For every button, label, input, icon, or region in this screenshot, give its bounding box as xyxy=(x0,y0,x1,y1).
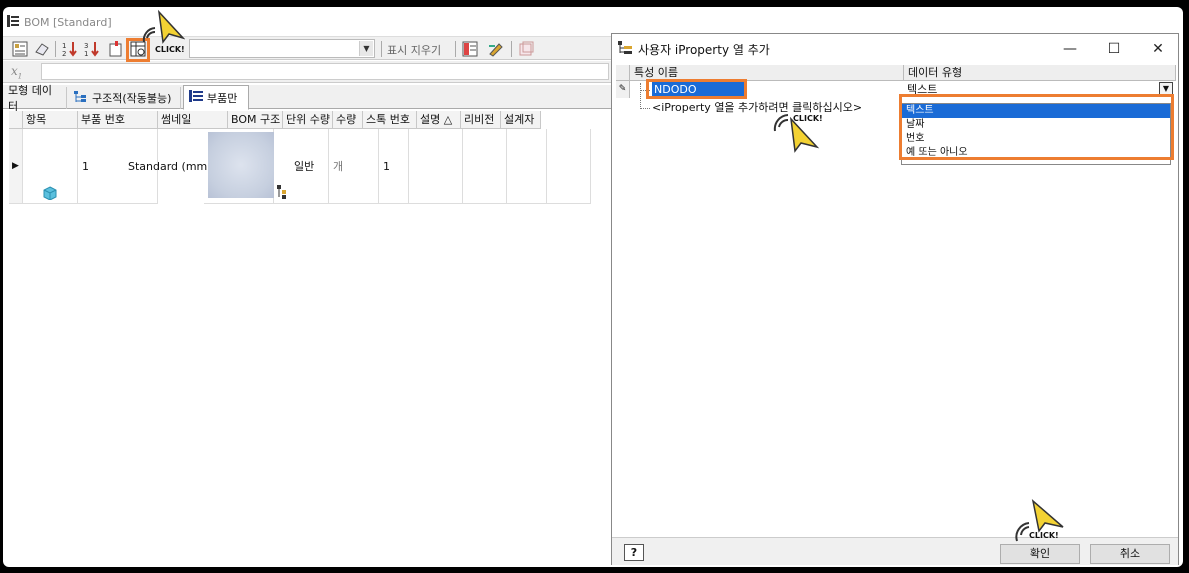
dialog-footer: ? 확인 취소 xyxy=(612,537,1178,565)
column-settings-icon[interactable] xyxy=(461,40,479,58)
bom-view-combo[interactable]: ▼ xyxy=(189,39,375,58)
ok-button[interactable]: 확인 xyxy=(1000,544,1080,564)
bom-toolbar: 12 31 ▼ 표시 지우기 xyxy=(3,36,611,60)
cell-bom-structure[interactable]: 일반 xyxy=(274,129,329,204)
help-icon[interactable]: ? xyxy=(624,544,644,561)
dialog-title: 사용자 iProperty 열 추가 xyxy=(638,42,770,57)
formula-icon: x1 xyxy=(11,64,23,81)
thumbnail-image xyxy=(208,132,274,198)
col-header-designer[interactable]: 설계자 xyxy=(501,111,541,129)
col-header-bom-structure[interactable]: BOM 구조 xyxy=(228,111,283,129)
export-icon[interactable] xyxy=(107,40,125,58)
close-icon[interactable]: ✕ xyxy=(1136,34,1180,64)
click-label-toolbar: CLICK! xyxy=(155,45,185,54)
bom-title-text: BOM [Standard] xyxy=(24,15,112,29)
click-label-ok: CLICK! xyxy=(1029,531,1059,540)
dialog-icon xyxy=(618,40,632,58)
col-header-data-type[interactable]: 데이터 유형 xyxy=(904,65,1176,81)
col-header-item[interactable]: 항목 xyxy=(23,111,78,129)
col-header-part-number[interactable]: 부품 번호 xyxy=(78,111,158,129)
cell-qty[interactable]: 1 xyxy=(379,129,409,204)
maximize-icon[interactable]: ☐ xyxy=(1092,34,1136,64)
ptable-corner xyxy=(616,65,630,81)
col-header-stock-number[interactable]: 스톡 번호 xyxy=(363,111,417,129)
col-header-description[interactable]: 설명 △ xyxy=(417,111,461,129)
col-header-revision[interactable]: 리비전 xyxy=(461,111,501,129)
col-header-qty[interactable]: 수량 xyxy=(333,111,363,129)
col-header-unit-qty[interactable]: 단위 수량 xyxy=(283,111,333,129)
cell-description[interactable] xyxy=(463,129,507,204)
part-cube-cell xyxy=(23,129,78,204)
row-selector[interactable]: ▶ xyxy=(9,129,23,204)
bom-icon xyxy=(7,14,19,30)
option-number[interactable]: 번호 xyxy=(902,132,1170,146)
svg-text:1: 1 xyxy=(84,50,88,58)
structure-icon xyxy=(74,90,88,106)
sort-descending-icon[interactable]: 31 xyxy=(83,40,101,58)
screenshot-frame: BOM [Standard] 12 31 ▼ 표시 지우기 x1 모형 데이터 … xyxy=(3,7,1183,567)
cell-designer[interactable] xyxy=(547,129,591,204)
data-type-select[interactable]: 텍스트 ▼ xyxy=(904,82,1174,97)
part-cube-icon xyxy=(43,159,57,234)
add-iproperty-row[interactable]: <iProperty 열을 추가하려면 클릭하십시오> xyxy=(652,99,862,115)
choose-column-icon[interactable] xyxy=(129,40,147,58)
option-date[interactable]: 날짜 xyxy=(902,118,1170,132)
svg-text:3: 3 xyxy=(84,42,88,50)
list-icon xyxy=(189,90,203,105)
minimize-icon[interactable]: — xyxy=(1048,34,1092,64)
option-yes-no[interactable]: 예 또는 아니오 xyxy=(902,146,1170,160)
part-icon[interactable] xyxy=(517,40,535,58)
formula-bar: x1 xyxy=(3,61,611,83)
cell-revision[interactable] xyxy=(507,129,547,204)
chevron-down-icon[interactable]: ▼ xyxy=(1159,82,1173,96)
svg-text:1: 1 xyxy=(62,42,66,50)
cell-stock-number[interactable] xyxy=(409,129,463,204)
col-header-thumbnail[interactable]: 썸네일 xyxy=(158,111,228,129)
sort-ascending-icon[interactable]: 12 xyxy=(61,40,79,58)
formula-input[interactable] xyxy=(41,63,609,80)
tab-model-data[interactable]: 모형 데이터 xyxy=(3,84,67,113)
row-header-corner xyxy=(9,111,23,129)
col-header-property-name[interactable]: 특성 이름 xyxy=(630,65,904,81)
eraser-icon[interactable] xyxy=(33,40,51,58)
cell-unit-qty[interactable]: 개 xyxy=(329,129,379,204)
click-label-add-row: CLICK! xyxy=(793,114,823,123)
bom-tabs: 모형 데이터 구조적(작동불능) 부품만 xyxy=(3,84,611,113)
show-hide-button[interactable]: 표시 지우기 xyxy=(387,42,441,58)
cell-part-number[interactable]: Standard (mm) xyxy=(124,129,212,204)
tab-parts-only[interactable]: 부품만 xyxy=(183,85,249,110)
edit-tools-icon[interactable] xyxy=(487,40,505,58)
bom-window-title: BOM [Standard] xyxy=(7,13,112,31)
structure-normal-icon xyxy=(277,158,291,233)
cell-thumbnail xyxy=(204,129,274,204)
tab-structured[interactable]: 구조적(작동불능) xyxy=(69,87,181,109)
view-options-icon[interactable] xyxy=(11,40,29,58)
data-type-dropdown-list: 텍스트 날짜 번호 예 또는 아니오 xyxy=(901,103,1171,165)
cancel-button[interactable]: 취소 xyxy=(1090,544,1170,564)
option-text[interactable]: 텍스트 xyxy=(902,104,1170,118)
property-name-input[interactable]: NDODO xyxy=(652,82,746,97)
svg-text:2: 2 xyxy=(62,50,66,58)
chevron-down-icon[interactable]: ▼ xyxy=(359,41,373,56)
pencil-icon: ✎ xyxy=(616,81,630,98)
